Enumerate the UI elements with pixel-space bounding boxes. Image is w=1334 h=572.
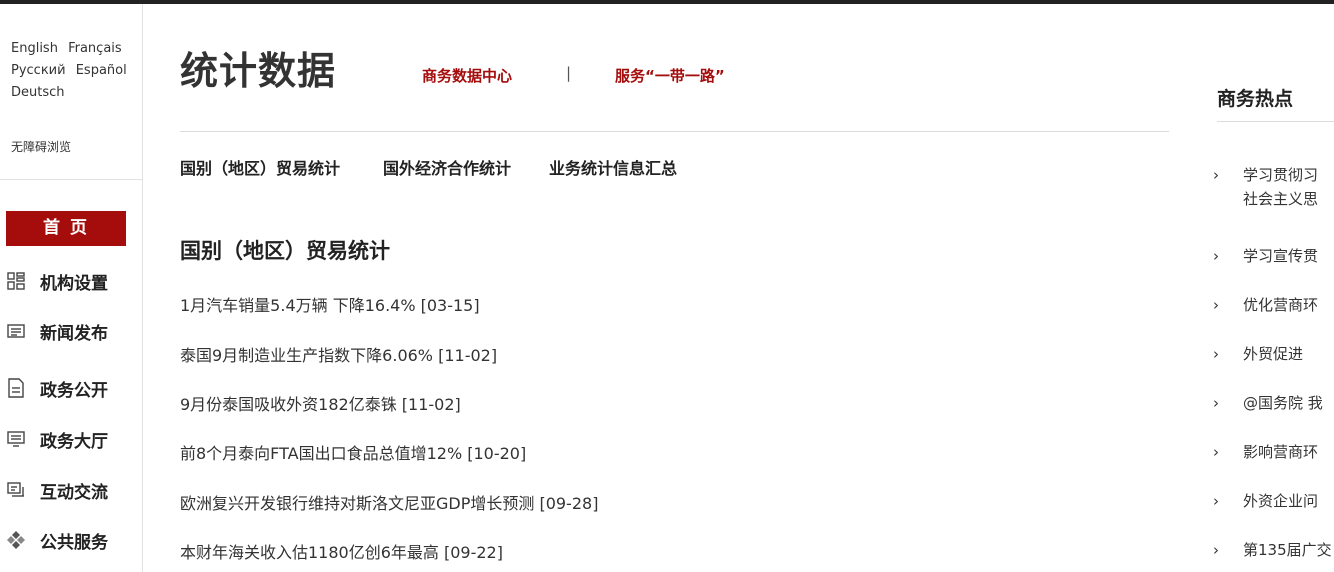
document-icon: [6, 378, 26, 398]
hot-item-text-line2: 社会主义思: [1243, 190, 1319, 208]
hot-item-text: 优化营商环: [1243, 296, 1319, 314]
chevron-right-icon: ›: [1213, 345, 1219, 363]
chevron-right-icon: ›: [1213, 166, 1219, 184]
left-sidebar: English Français Русский Español Deutsch…: [0, 4, 143, 572]
chevron-right-icon: ›: [1213, 492, 1219, 510]
hot-item[interactable]: › @国务院 我: [1213, 391, 1334, 415]
language-switcher: English Français Русский Español Deutsch: [11, 38, 133, 104]
chat-icon: [6, 480, 26, 500]
nav-label: 机构设置: [40, 273, 108, 294]
data-center-link[interactable]: 商务数据中心: [422, 65, 512, 86]
lang-spanish[interactable]: Español: [76, 63, 127, 78]
list-item[interactable]: 9月份泰国吸收外资182亿泰铢 [11-02]: [180, 391, 461, 415]
lang-english[interactable]: English: [11, 41, 58, 56]
accessible-browsing-link[interactable]: 无障碍浏览: [11, 138, 71, 155]
hot-topics-divider: [1217, 121, 1334, 122]
nav-item-gov-open[interactable]: 政务公开: [6, 373, 136, 403]
section-title: 国别（地区）贸易统计: [180, 239, 390, 263]
service-diamond-icon: [6, 530, 26, 550]
page-title: 统计数据: [180, 49, 337, 93]
list-item[interactable]: 本财年海关收入估1180亿创6年最高 [09-22]: [180, 539, 503, 563]
nav-label: 政务公开: [40, 380, 108, 401]
chevron-right-icon: ›: [1213, 394, 1219, 412]
list-item[interactable]: 前8个月泰向FTA国出口食品总值增12% [10-20]: [180, 440, 526, 464]
hot-item-text: 学习宣传贯: [1243, 247, 1319, 265]
tab-foreign-cooperation[interactable]: 国外经济合作统计: [383, 155, 511, 179]
nav-item-public-service[interactable]: 公共服务: [6, 525, 136, 555]
list-item[interactable]: 泰国9月制造业生产指数下降6.06% [11-02]: [180, 342, 497, 366]
header-divider: [180, 131, 1169, 132]
hot-item-text: 学习贯彻习: [1243, 166, 1319, 184]
nav-item-org[interactable]: 机构设置: [6, 266, 136, 296]
nav-label: 新闻发布: [40, 323, 108, 344]
chevron-right-icon: ›: [1213, 296, 1219, 314]
lang-french[interactable]: Français: [68, 41, 122, 56]
hot-item-text: 第135届广交: [1243, 541, 1332, 559]
list-item[interactable]: 欧洲复兴开发银行维持对斯洛文尼亚GDP增长预测 [09-28]: [180, 490, 598, 514]
top-border: [0, 0, 1334, 4]
hot-item-text: 外贸促进: [1243, 345, 1304, 363]
hot-item[interactable]: › 优化营商环: [1213, 293, 1334, 317]
hot-item[interactable]: › 外贸促进: [1213, 342, 1334, 366]
news-list-icon: [6, 321, 26, 341]
link-separator: |: [566, 64, 572, 82]
tab-business-stats[interactable]: 业务统计信息汇总: [549, 155, 677, 179]
nav-item-interaction[interactable]: 互动交流: [6, 475, 136, 505]
hot-item[interactable]: › 影响营商环: [1213, 440, 1334, 464]
lang-german[interactable]: Deutsch: [11, 85, 65, 100]
hot-item[interactable]: › 外资企业问: [1213, 489, 1334, 513]
nav-label: 互动交流: [40, 482, 108, 503]
hot-item[interactable]: › 学习宣传贯: [1213, 244, 1334, 268]
hot-item-text: @国务院 我: [1243, 394, 1323, 412]
chevron-right-icon: ›: [1213, 443, 1219, 461]
lang-russian[interactable]: Русский: [11, 63, 66, 78]
home-button[interactable]: 首 页: [6, 211, 126, 246]
tab-country-trade[interactable]: 国别（地区）贸易统计: [180, 155, 340, 179]
chevron-right-icon: ›: [1213, 247, 1219, 265]
hot-item[interactable]: › 学习贯彻习 社会主义思: [1213, 163, 1334, 211]
hot-item[interactable]: › 第135届广交: [1213, 538, 1334, 562]
sidebar-divider: [0, 179, 142, 180]
hall-monitor-icon: [6, 429, 26, 449]
chevron-right-icon: ›: [1213, 541, 1219, 559]
org-grid-icon: [6, 271, 26, 291]
nav-label: 公共服务: [40, 532, 108, 553]
nav-label: 政务大厅: [40, 431, 108, 452]
nav-item-news[interactable]: 新闻发布: [6, 316, 136, 346]
hot-item-text: 外资企业问: [1243, 492, 1319, 510]
hot-topics-title: 商务热点: [1217, 88, 1294, 110]
hot-item-text: 影响营商环: [1243, 443, 1319, 461]
belt-road-link[interactable]: 服务“一带一路”: [615, 65, 725, 86]
list-item[interactable]: 1月汽车销量5.4万辆 下降16.4% [03-15]: [180, 292, 480, 316]
nav-item-gov-hall[interactable]: 政务大厅: [6, 424, 136, 454]
